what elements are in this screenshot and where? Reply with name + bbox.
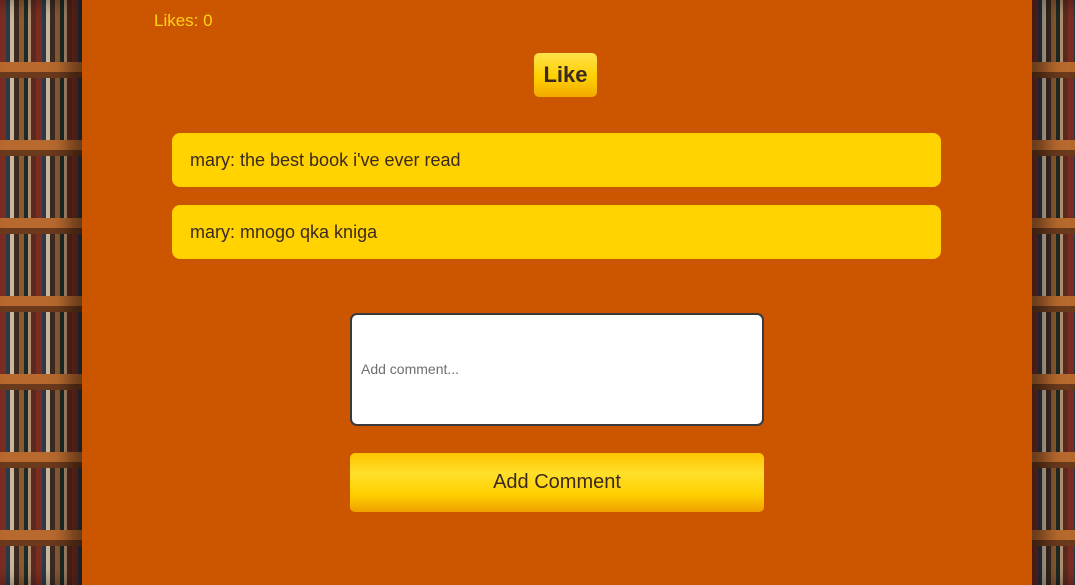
add-comment-button[interactable]: Add Comment <box>350 453 764 512</box>
book-page: Likes: 0 Like mary: the best book i've e… <box>0 0 1075 585</box>
comment-input[interactable] <box>350 313 764 426</box>
like-button[interactable]: Like <box>534 53 597 97</box>
comment-list: mary: the best book i've ever read mary:… <box>172 133 941 277</box>
comment-item: mary: mnogo qka kniga <box>172 205 941 259</box>
comment-item: mary: the best book i've ever read <box>172 133 941 187</box>
bookshelf-background-right <box>1032 0 1075 585</box>
bookshelf-background-left <box>0 0 82 585</box>
content-panel: Likes: 0 Like mary: the best book i've e… <box>82 0 1032 585</box>
likes-count: Likes: 0 <box>154 11 213 30</box>
